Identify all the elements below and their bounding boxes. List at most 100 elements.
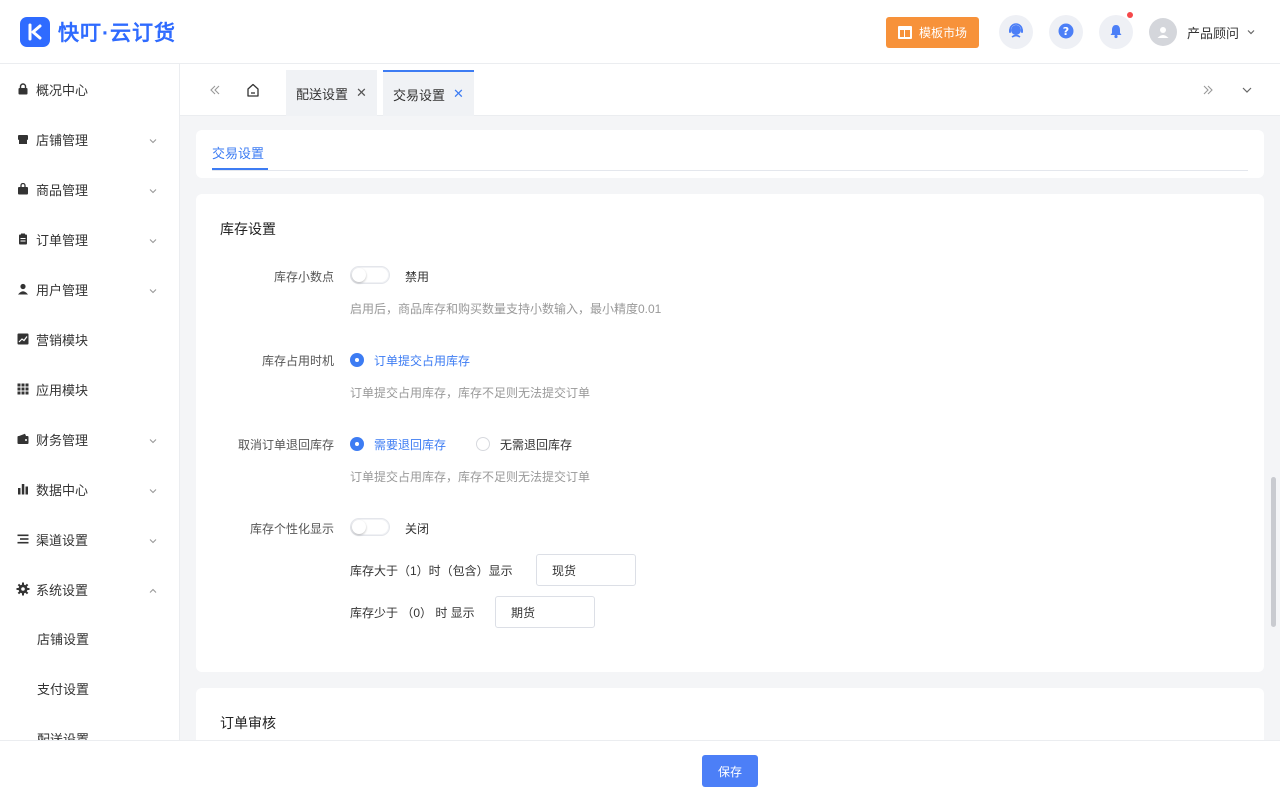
inner-tab-transaction-settings[interactable]: 交易设置 [212,143,264,162]
gear-icon [16,582,30,596]
sidebar-item-products[interactable]: 商品管理 [0,164,179,214]
sidebar-item-orders[interactable]: 订单管理 [0,214,179,264]
stock-decimal-label: 库存小数点 [273,270,334,284]
support-icon [1007,22,1025,43]
radio-return-stock[interactable] [350,437,364,451]
sidebar-item-channels[interactable]: 渠道设置 [0,514,179,564]
stock-above-display-input[interactable] [536,554,636,586]
sidebar-item-label: 营销模块 [36,332,89,348]
home-icon[interactable] [243,80,263,100]
stock-settings-card: 库存设置 库存小数点 禁用 启用后，商品库存和购买数量支持小数输入，最小精度0.… [196,194,1264,672]
sidebar-item-finance[interactable]: 财务管理 [0,414,179,464]
chevron-down-icon [148,184,158,199]
sidebar-item-label: 系统设置 [36,582,89,598]
template-market-label: 模板市场 [918,26,967,40]
person-icon [16,282,30,296]
store-icon [16,132,30,146]
active-tab-indicator [212,168,268,170]
cancel-return-hint: 订单提交占用库存，库存不足则无法提交订单 [350,470,591,484]
sidebar-item-data[interactable]: 数据中心 [0,464,179,514]
sidebar-item-marketing[interactable]: 营销模块 [0,314,179,364]
stock-decimal-switch[interactable] [350,266,390,284]
vertical-scrollbar[interactable] [1271,477,1276,627]
sidebar-subitem-delivery-settings[interactable]: 配送设置 [0,713,179,741]
sidebar-item-label: 应用模块 [36,382,89,398]
radio-no-return-stock[interactable] [476,437,490,451]
sidebar-item-system[interactable]: 系统设置 [0,564,179,614]
footer-bar: 保存 [0,740,1280,800]
sidebar-item-label: 店铺管理 [36,132,89,148]
radio-label[interactable]: 订单提交占用库存 [374,352,470,369]
wallet-icon [16,432,30,446]
bag-icon [16,182,30,196]
logo-icon [20,17,50,47]
chevron-down-icon [1246,25,1256,40]
chevron-down-icon [148,284,158,299]
section-title: 订单审核 [220,715,276,731]
sidebar-item-label: 商品管理 [36,182,89,198]
app-name: 快叮·云订货 [58,22,176,45]
sidebar-item-apps[interactable]: 应用模块 [0,364,179,414]
sidebar-item-overview[interactable]: 概况中心 [0,64,179,114]
tab-transaction-settings[interactable]: 交易设置 ✕ [383,70,474,116]
help-icon: ? [1057,22,1075,43]
sidebar-item-label: 用户管理 [36,282,89,298]
stock-below-text: 库存少于 （0） 时 显示 [350,606,475,620]
stock-occupy-label: 库存占用时机 [261,354,334,368]
stock-decimal-hint: 启用后，商品库存和购买数量支持小数输入，最小精度0.01 [350,302,662,316]
chevron-down-icon [148,484,158,499]
sidebar: 概况中心 店铺管理 商品管理 订单管理 用户管理 营销模块 应用模块 财务管理 … [0,64,180,740]
close-icon[interactable]: ✕ [453,86,464,102]
radio-label[interactable]: 需要退回库存 [374,436,446,453]
chevron-down-icon [148,234,158,249]
lock-icon [16,82,30,96]
sidebar-subitem-store-settings[interactable]: 店铺设置 [0,613,179,663]
svg-text:?: ? [1063,25,1069,38]
sidebar-subitem-label: 配送设置 [37,731,90,741]
radio-order-submit[interactable] [350,353,364,367]
top-header: 快叮·云订货 模板市场 ? 产品顾问 [0,0,1280,64]
cancel-return-label: 取消订单退回库存 [237,438,334,452]
notification-dot [1127,12,1133,18]
double-chevron-left-icon[interactable] [205,80,225,100]
section-title: 库存设置 [220,221,276,237]
switch-state-text: 关闭 [405,522,430,536]
double-chevron-right-icon[interactable] [1198,80,1218,100]
sidebar-subitem-label: 支付设置 [37,681,90,697]
sidebar-item-store[interactable]: 店铺管理 [0,114,179,164]
chevron-down-icon [148,134,158,149]
chevron-down-icon [148,434,158,449]
tab-delivery-settings[interactable]: 配送设置 ✕ [286,70,377,116]
sidebar-item-users[interactable]: 用户管理 [0,264,179,314]
chevron-up-icon [148,584,158,599]
sidebar-item-label: 数据中心 [36,482,89,498]
sidebar-subitem-payment-settings[interactable]: 支付设置 [0,663,179,713]
list-icon [16,532,30,546]
bell-icon [1108,23,1124,42]
user-menu[interactable]: 产品顾问 [1149,18,1256,46]
stock-occupy-hint: 订单提交占用库存，库存不足则无法提交订单 [350,386,591,400]
template-market-button[interactable]: 模板市场 [886,17,979,48]
stock-above-text: 库存大于（1）时（包含）显示 [350,564,513,578]
support-button[interactable] [999,15,1033,49]
template-icon [897,26,912,39]
user-name: 产品顾问 [1187,25,1240,41]
sidebar-item-label: 渠道设置 [36,532,89,548]
stock-below-display-input[interactable] [495,596,595,628]
tab-bar: 配送设置 ✕ 交易设置 ✕ [180,64,1280,116]
sidebar-subitem-label: 店铺设置 [37,631,90,647]
save-button[interactable]: 保存 [702,755,758,787]
chevron-down-icon[interactable] [1237,80,1257,100]
notification-button[interactable] [1099,12,1133,49]
close-icon[interactable]: ✕ [356,85,367,101]
order-review-card: 订单审核 [196,688,1264,748]
custom-display-switch[interactable] [350,518,390,536]
sidebar-item-label: 订单管理 [36,232,89,248]
sidebar-item-label: 概况中心 [36,82,89,98]
grid-icon [16,382,30,396]
app-logo[interactable]: 快叮·云订货 [20,17,176,47]
clipboard-icon [16,232,30,246]
radio-label[interactable]: 无需退回库存 [500,436,572,453]
sidebar-item-label: 财务管理 [36,432,89,448]
help-button[interactable]: ? [1049,15,1083,49]
